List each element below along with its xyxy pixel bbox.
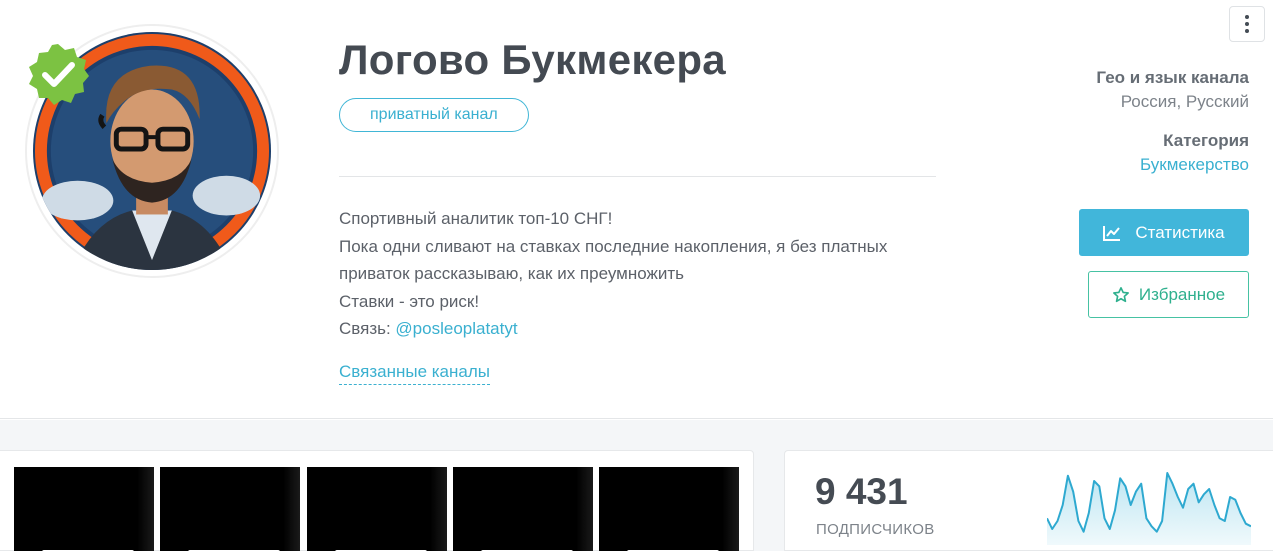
category-label: Категория bbox=[1163, 131, 1249, 150]
posts-preview-card bbox=[0, 450, 754, 551]
post-thumbnail[interactable] bbox=[160, 467, 300, 551]
category-link[interactable]: Букмекерство bbox=[949, 153, 1249, 177]
channel-page: Логово Букмекера приватный канал Спортив… bbox=[0, 0, 1273, 551]
post-thumbnail[interactable] bbox=[307, 467, 447, 551]
description-line: Пока одни сливают на ставках последние н… bbox=[339, 236, 888, 256]
dot-icon bbox=[1245, 22, 1249, 26]
more-menu-button[interactable] bbox=[1229, 6, 1265, 42]
dot-icon bbox=[1245, 29, 1249, 33]
post-thumbnail[interactable] bbox=[599, 467, 739, 551]
favorite-button[interactable]: Избранное bbox=[1088, 271, 1249, 318]
verified-badge-icon bbox=[29, 44, 89, 105]
description-line: приваток рассказываю, как их преумножить bbox=[339, 264, 685, 283]
private-channel-badge[interactable]: приватный канал bbox=[339, 98, 529, 132]
contact-line: Связь: @posleoplatatyt bbox=[339, 315, 939, 343]
sparkline-area bbox=[1047, 473, 1251, 545]
contact-prefix: Связь: bbox=[339, 319, 396, 338]
channel-description: Спортивный аналитик топ-10 СНГ! Пока одн… bbox=[339, 205, 939, 343]
statistics-button[interactable]: Статистика bbox=[1079, 209, 1249, 256]
post-thumbnail[interactable] bbox=[453, 467, 593, 551]
subscribers-count: 9 431 bbox=[815, 471, 908, 512]
description-line: Спортивный аналитик топ-10 СНГ! bbox=[339, 209, 613, 228]
subscribers-card[interactable]: 9 431 подписчиков bbox=[784, 450, 1273, 551]
geo-value: Россия, Русский bbox=[1120, 92, 1249, 111]
dot-icon bbox=[1245, 15, 1249, 19]
statistics-button-label: Статистика bbox=[1135, 222, 1225, 242]
favorite-button-label: Избранное bbox=[1138, 284, 1226, 304]
related-channels-link[interactable]: Связанные каналы bbox=[339, 362, 490, 385]
channel-content-area: 9 431 подписчиков bbox=[0, 420, 1273, 551]
divider bbox=[339, 176, 936, 177]
contact-link[interactable]: @posleoplatatyt bbox=[395, 319, 517, 338]
subscribers-sparkline bbox=[1047, 472, 1251, 545]
post-thumbnail[interactable] bbox=[14, 467, 154, 551]
channel-header: Логово Букмекера приватный канал Спортив… bbox=[0, 0, 1273, 419]
description-line: Ставки - это риск! bbox=[339, 291, 480, 311]
channel-title: Логово Букмекера bbox=[339, 36, 726, 83]
geo-label: Гео и язык канала bbox=[1096, 68, 1249, 87]
line-chart-icon bbox=[1103, 225, 1121, 241]
channel-info: Гео и язык канала Россия, Русский Катего… bbox=[949, 66, 1249, 177]
star-outline-icon bbox=[1112, 286, 1129, 302]
subscribers-label: подписчиков bbox=[816, 521, 935, 538]
